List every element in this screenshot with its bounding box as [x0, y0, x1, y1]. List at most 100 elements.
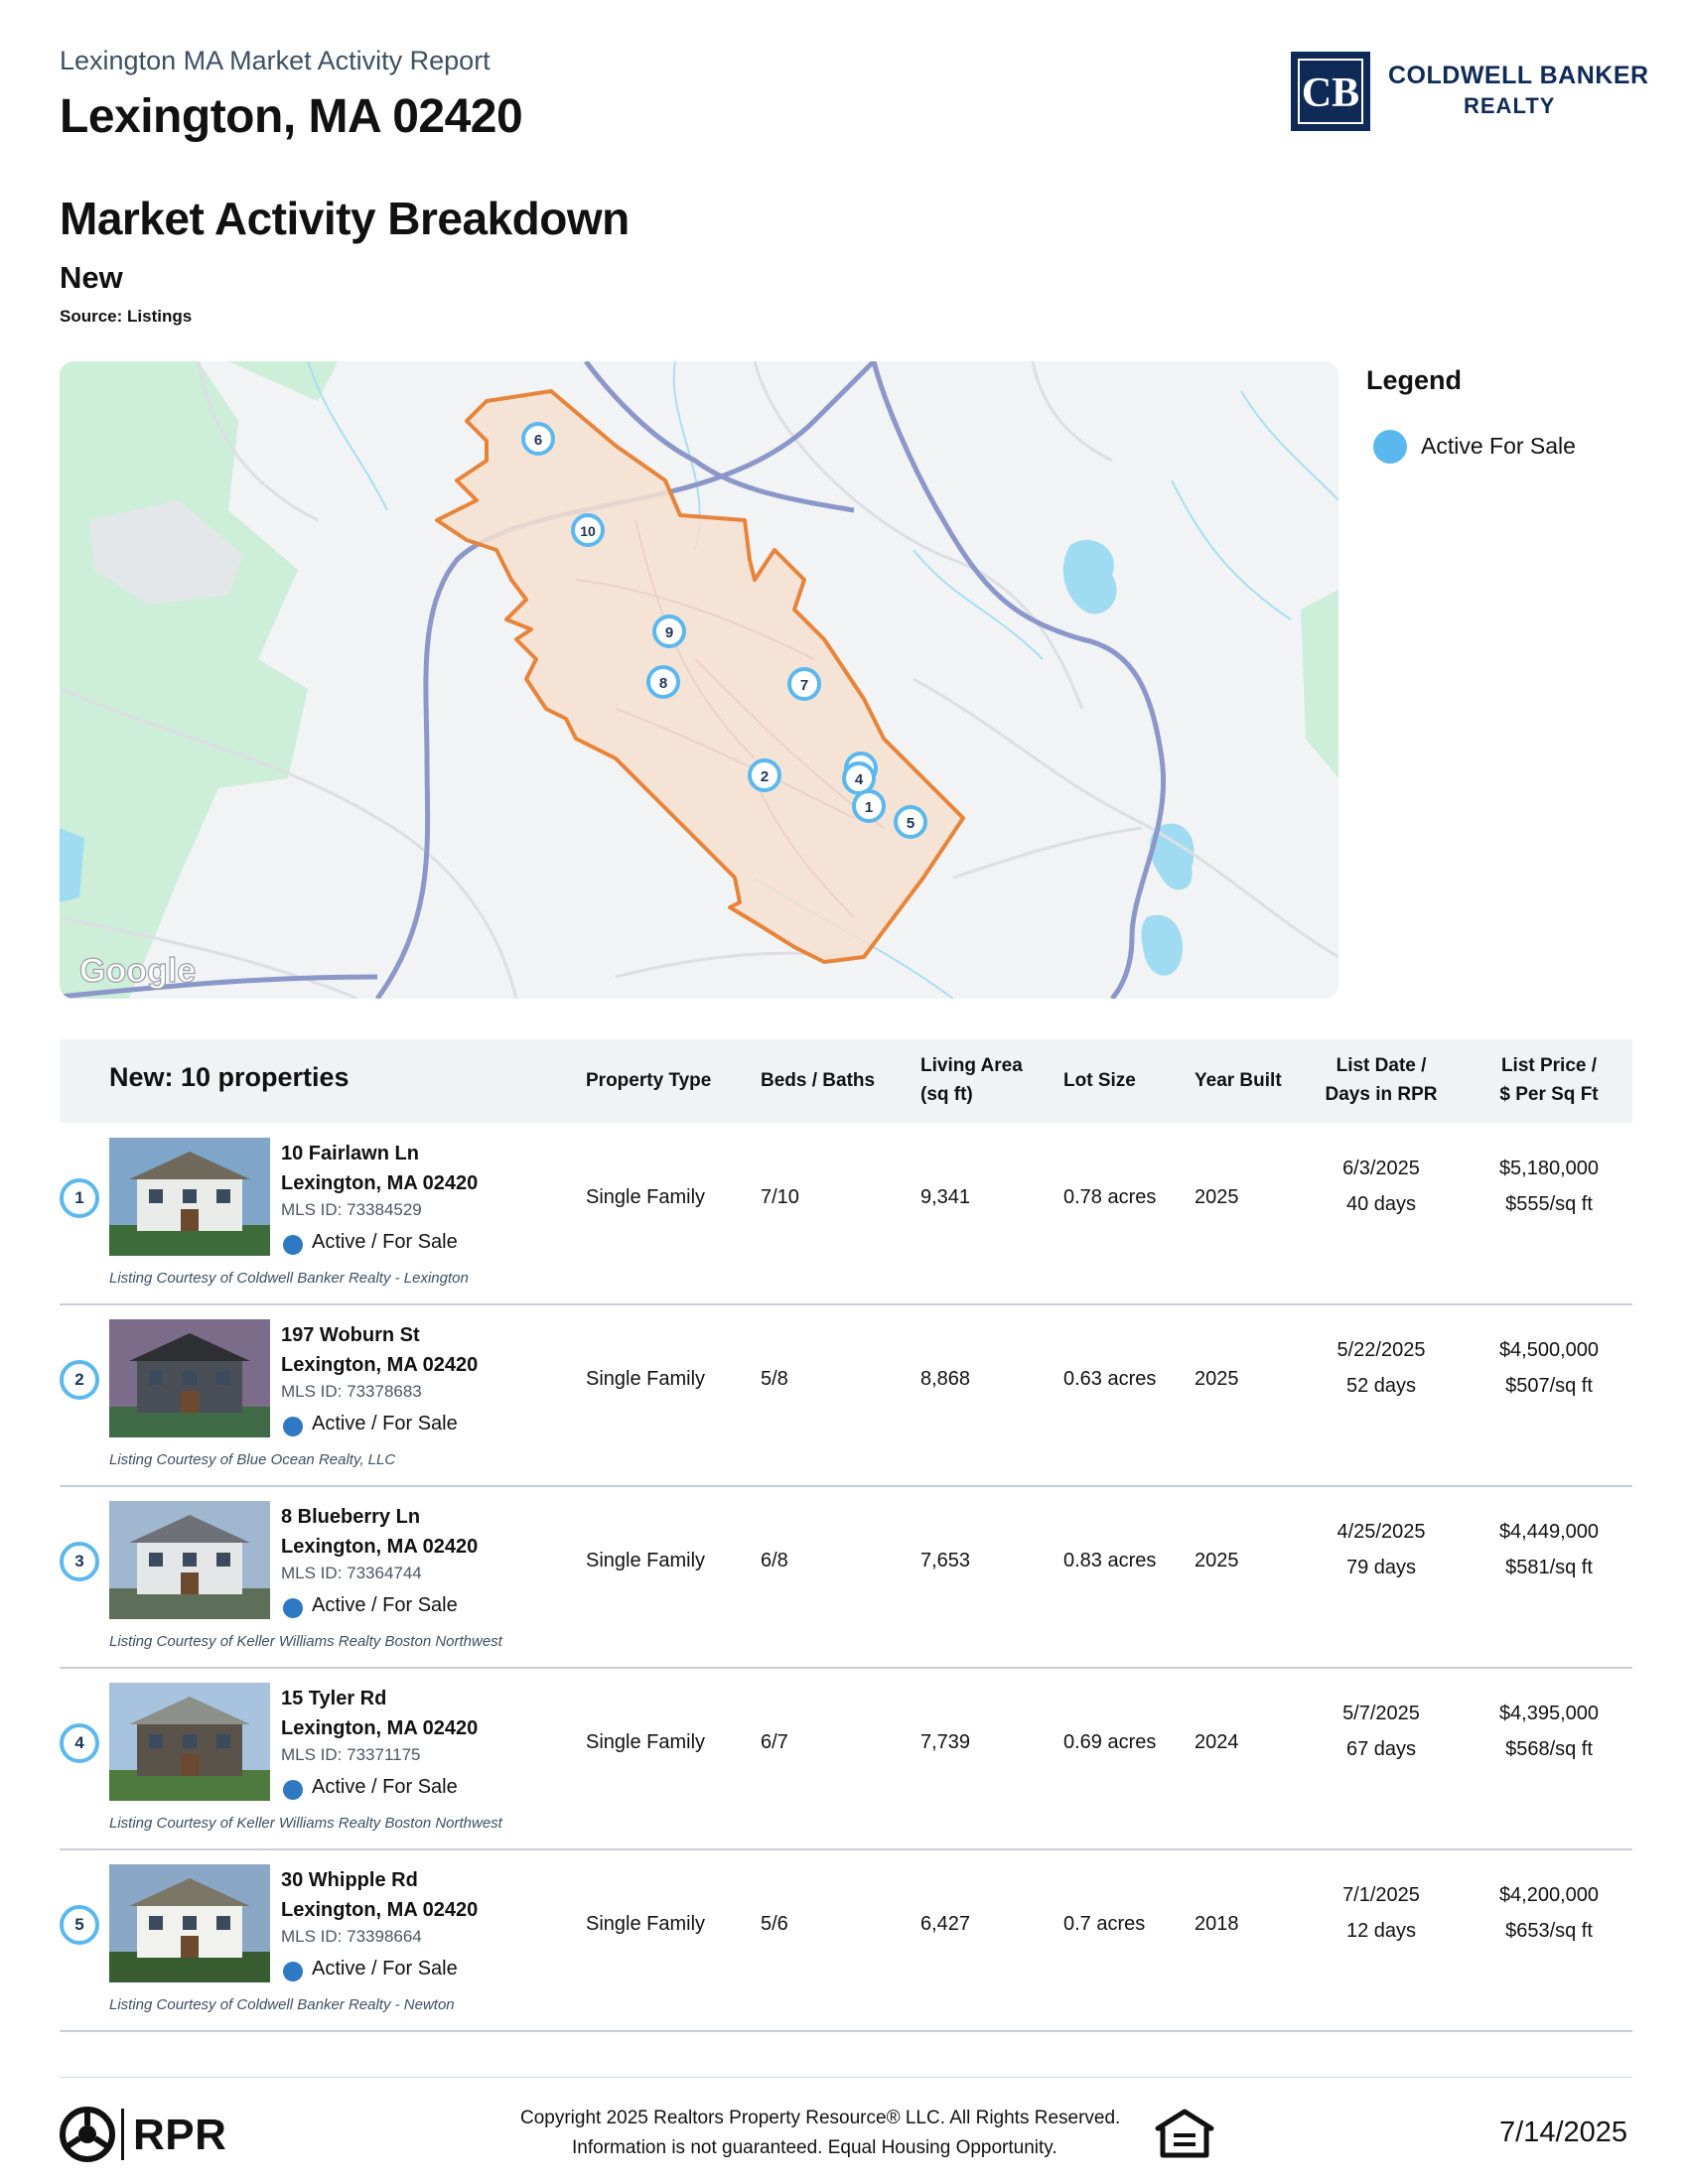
equal-housing-icon	[1154, 2109, 1215, 2163]
list-date-cell: 4/25/2025 79 days	[1321, 1514, 1442, 1585]
col-lot-size: Lot Size	[1063, 1070, 1136, 1091]
col-property-type: Property Type	[586, 1070, 712, 1091]
list-date: 7/1/2025	[1342, 1884, 1420, 1906]
lot-size: 0.83 acres	[1063, 1550, 1157, 1571]
list-date: 6/3/2025	[1342, 1158, 1420, 1179]
table-row[interactable]: 2 197 Woburn St Lexington, MA 02420 MLS …	[60, 1304, 1632, 1487]
price-per-sqft: $555/sq ft	[1505, 1193, 1593, 1215]
legend-swatch-active	[1373, 430, 1407, 464]
property-photo[interactable]	[109, 1683, 270, 1801]
map-marker[interactable]: 9	[652, 614, 686, 648]
list-price-cell: $4,200,000 $653/sq ft	[1490, 1877, 1608, 1949]
table-header: New: 10 properties Property Type Beds / …	[60, 1039, 1632, 1123]
list-price-cell: $5,180,000 $555/sq ft	[1490, 1151, 1608, 1222]
map-marker[interactable]: 8	[646, 665, 680, 699]
year-built: 2025	[1195, 1186, 1239, 1208]
property-type: Single Family	[586, 1731, 706, 1753]
marker-label: 4	[855, 771, 864, 788]
marker-label: 10	[580, 523, 596, 539]
listing-courtesy: Listing Courtesy of Coldwell Banker Real…	[109, 1996, 455, 2013]
city-state-zip: Lexington, MA 02420	[281, 1717, 479, 1739]
lot-size: 0.78 acres	[1063, 1186, 1157, 1208]
footer-divider	[60, 2077, 1632, 2078]
mls-id: MLS ID: 73378683	[281, 1382, 422, 1401]
map-marker[interactable]: 2	[748, 758, 781, 792]
table-row[interactable]: 4 15 Tyler Rd Lexington, MA 02420 MLS ID…	[60, 1668, 1632, 1850]
col-list-date-line2: Days in RPR	[1325, 1084, 1438, 1105]
col-list-price-line1: List Price /	[1500, 1055, 1598, 1076]
living-area: 7,653	[920, 1550, 971, 1571]
report-date: 7/14/2025	[1499, 2116, 1628, 2148]
living-area: 9,341	[920, 1186, 971, 1208]
price-per-sqft: $653/sq ft	[1505, 1920, 1593, 1942]
list-price-cell: $4,395,000 $568/sq ft	[1490, 1696, 1608, 1767]
property-address[interactable]: 30 Whipple Rd Lexington, MA 02420	[281, 1865, 478, 1925]
marker-label: 2	[761, 768, 769, 785]
property-address[interactable]: 8 Blueberry Ln Lexington, MA 02420	[281, 1502, 478, 1562]
list-price-cell: $4,449,000 $581/sq ft	[1490, 1514, 1608, 1585]
marker-label: 6	[534, 432, 542, 449]
marker-label: 1	[865, 799, 873, 816]
col-year-built: Year Built	[1195, 1070, 1282, 1091]
property-photo[interactable]	[109, 1864, 270, 1982]
list-price: $4,395,000	[1498, 1703, 1600, 1724]
table-row[interactable]: 3 8 Blueberry Ln Lexington, MA 02420 MLS…	[60, 1486, 1632, 1669]
days-in-rpr: 12 days	[1345, 1920, 1417, 1942]
table-row[interactable]: 5 30 Whipple Rd Lexington, MA 02420 MLS …	[60, 1849, 1632, 2032]
listing-status: Active / For Sale	[312, 1413, 458, 1434]
property-type: Single Family	[586, 1368, 706, 1390]
lot-size: 0.7 acres	[1063, 1913, 1146, 1935]
row-number-badge: 2	[60, 1360, 99, 1400]
list-price-cell: $4,500,000 $507/sq ft	[1490, 1332, 1608, 1404]
section-subtitle: New	[60, 260, 123, 295]
page-title: Lexington, MA 02420	[60, 90, 523, 143]
city-state-zip: Lexington, MA 02420	[281, 1172, 479, 1194]
map-canvas: 6 10 9 8 7 2 4 1 5 Google	[60, 361, 1338, 999]
brand-name: COLDWELL BANKER	[1388, 62, 1649, 89]
rpr-divider	[121, 2109, 124, 2160]
beds-baths: 7/10	[761, 1186, 799, 1208]
col-living-area-line2: (sq ft)	[920, 1084, 973, 1105]
map[interactable]: 6 10 9 8 7 2 4 1 5 Google	[60, 361, 1338, 999]
row-number-badge: 5	[60, 1905, 99, 1945]
listing-status: Active / For Sale	[312, 1776, 458, 1798]
source-note: Source: Listings	[60, 307, 193, 326]
map-marker[interactable]: 4	[842, 751, 878, 795]
marker-label: 9	[665, 624, 673, 641]
property-photo[interactable]	[109, 1501, 270, 1619]
beds-baths: 6/7	[761, 1731, 788, 1753]
map-marker[interactable]: 10	[571, 513, 605, 547]
marker-label: 5	[907, 815, 914, 832]
city-state-zip: Lexington, MA 02420	[281, 1354, 479, 1376]
property-address[interactable]: 10 Fairlawn Ln Lexington, MA 02420	[281, 1139, 478, 1198]
map-marker[interactable]: 7	[787, 667, 821, 701]
property-address[interactable]: 15 Tyler Rd Lexington, MA 02420	[281, 1684, 478, 1743]
map-marker[interactable]: 5	[894, 805, 927, 839]
map-marker[interactable]: 6	[521, 422, 555, 456]
city-state-zip: Lexington, MA 02420	[281, 1899, 479, 1921]
status-dot-icon	[283, 1417, 303, 1436]
list-price: $5,180,000	[1498, 1158, 1600, 1179]
street-address: 8 Blueberry Ln	[281, 1506, 421, 1528]
property-type: Single Family	[586, 1186, 706, 1208]
year-built: 2024	[1195, 1731, 1239, 1753]
listing-courtesy: Listing Courtesy of Blue Ocean Realty, L…	[109, 1451, 396, 1468]
row-number-badge: 4	[60, 1723, 99, 1763]
price-per-sqft: $581/sq ft	[1505, 1557, 1593, 1578]
listing-status: Active / For Sale	[312, 1594, 458, 1616]
list-price: $4,200,000	[1498, 1884, 1600, 1906]
col-living-area-line1: Living Area	[920, 1055, 1023, 1076]
property-photo[interactable]	[109, 1138, 270, 1256]
property-type: Single Family	[586, 1550, 706, 1571]
copyright-text: Copyright 2025 Realtors Property Resourc…	[520, 2108, 1121, 2128]
year-built: 2025	[1195, 1368, 1239, 1390]
legend-label-active: Active For Sale	[1421, 433, 1576, 459]
table-row[interactable]: 1 10 Fairlawn Ln Lexington, MA 02420 MLS…	[60, 1123, 1632, 1305]
property-photo[interactable]	[109, 1319, 270, 1437]
list-date: 4/25/2025	[1336, 1521, 1426, 1543]
listing-status: Active / For Sale	[312, 1231, 458, 1253]
property-address[interactable]: 197 Woburn St Lexington, MA 02420	[281, 1320, 478, 1380]
map-marker[interactable]: 1	[852, 789, 886, 823]
section-title: Market Activity Breakdown	[60, 193, 630, 244]
rpr-logo-text: RPR	[133, 2111, 227, 2159]
